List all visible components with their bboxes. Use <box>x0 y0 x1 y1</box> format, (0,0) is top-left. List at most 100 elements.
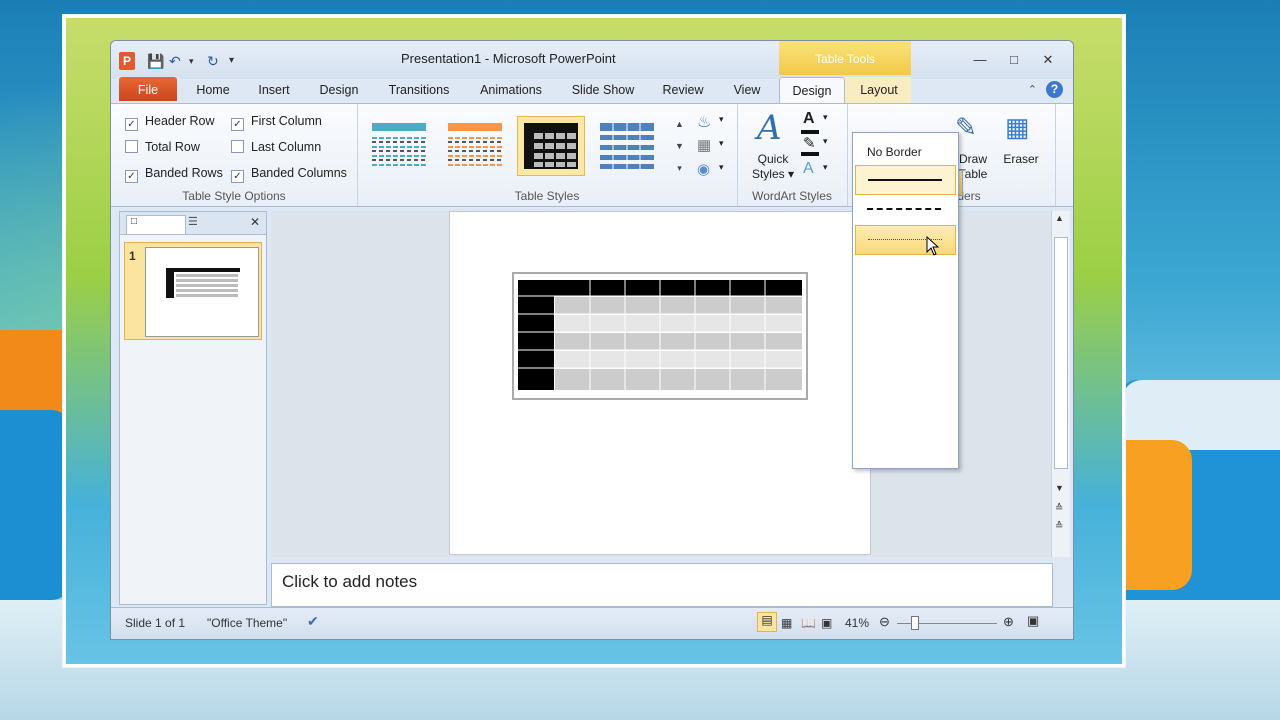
slide-thumbnail-selected[interactable]: 1 <box>124 242 262 340</box>
powerpoint-app-icon[interactable]: P <box>119 52 135 70</box>
checkbox-icon: ✓ <box>125 170 138 183</box>
pen-style-long-dash-long[interactable] <box>855 435 954 463</box>
fit-to-window-icon[interactable]: ▣ <box>1027 613 1039 629</box>
shading-icon[interactable]: ♨ <box>697 112 711 132</box>
eraser-button[interactable]: Eraser <box>999 152 1043 166</box>
zoom-out-icon[interactable]: ⊖ <box>879 614 890 630</box>
effects-icon[interactable]: ◉ <box>697 160 710 178</box>
pen-style-sparse-dot[interactable] <box>855 315 954 343</box>
checkbox-label: Banded Rows <box>145 166 223 180</box>
reading-view-icon[interactable]: 📖 <box>801 616 816 630</box>
slides-tab-icon[interactable]: □ <box>126 215 186 234</box>
last-column-checkbox[interactable]: Last Column <box>231 140 321 154</box>
scroll-thumb[interactable] <box>1054 237 1068 469</box>
zoom-in-icon[interactable]: ⊕ <box>1003 614 1014 630</box>
slide-sorter-icon[interactable]: ▦ <box>781 616 792 630</box>
table-style-swatch-orange[interactable] <box>441 116 509 176</box>
slide-canvas <box>449 211 871 555</box>
pen-style-dash-dot-dot[interactable] <box>855 285 954 313</box>
status-bar: Slide 1 of 1 "Office Theme" ✔ ▤ ▦ 📖 ▣ 41… <box>111 607 1073 639</box>
table-style-swatch-blue-grey[interactable] <box>593 116 661 176</box>
banded-columns-checkbox[interactable]: ✓ Banded Columns <box>231 166 347 183</box>
checkbox-label: Header Row <box>145 114 215 128</box>
quick-styles-icon[interactable]: A <box>757 108 782 148</box>
pen-style-long-dash-dot[interactable] <box>855 375 954 403</box>
minimize-button[interactable]: — <box>969 52 991 68</box>
slide-show-icon[interactable]: ▣ <box>821 616 832 630</box>
tab-view[interactable]: View <box>723 77 771 101</box>
vertical-scrollbar[interactable]: ▲ ▼ ≙ ≙ <box>1051 211 1070 557</box>
customize-qat-icon[interactable]: ▾ <box>229 52 234 70</box>
total-row-checkbox[interactable]: Total Row <box>125 140 200 154</box>
tab-design[interactable]: Design <box>311 77 367 101</box>
first-column-checkbox[interactable]: ✓ First Column <box>231 114 322 131</box>
text-fill-dropdown-icon[interactable]: ▾ <box>823 112 828 123</box>
text-effects-icon[interactable]: A <box>803 160 814 178</box>
table-style-swatch-blue[interactable] <box>365 116 433 176</box>
slide-table[interactable] <box>512 272 808 400</box>
close-button[interactable]: ✕ <box>1037 52 1059 68</box>
tab-animations[interactable]: Animations <box>471 77 551 101</box>
pen-style-dotted[interactable] <box>855 225 956 255</box>
effects-dropdown-icon[interactable]: ▾ <box>719 162 724 173</box>
scroll-up-icon[interactable]: ▲ <box>1055 213 1064 223</box>
text-outline-icon[interactable]: ✎ <box>803 134 816 152</box>
text-fill-icon[interactable]: A <box>803 110 815 128</box>
eraser-icon[interactable]: ▦ <box>1005 112 1030 143</box>
quick-styles-button[interactable]: Quick Styles ▾ <box>747 152 799 182</box>
tab-review[interactable]: Review <box>653 77 713 101</box>
table-style-swatch-black-selected[interactable] <box>517 116 585 176</box>
save-icon[interactable]: 💾 <box>147 52 164 70</box>
no-border-option[interactable]: No Border <box>855 135 954 163</box>
tab-home[interactable]: Home <box>187 77 239 101</box>
tab-slide-show[interactable]: Slide Show <box>563 77 643 101</box>
scroll-down-icon[interactable]: ▼ <box>1055 483 1064 493</box>
gallery-more-icon[interactable]: ▾ <box>673 158 686 178</box>
text-outline-color-bar <box>801 152 819 156</box>
help-icon[interactable]: ? <box>1046 81 1063 98</box>
spelling-check-icon[interactable]: ✔ <box>307 613 319 630</box>
checkbox-label: Banded Columns <box>251 166 347 180</box>
pen-style-solid[interactable] <box>855 165 956 195</box>
text-effects-dropdown-icon[interactable]: ▾ <box>823 162 828 173</box>
banded-rows-checkbox[interactable]: ✓ Banded Rows <box>125 166 223 183</box>
maximize-button[interactable]: □ <box>1003 52 1025 68</box>
close-panel-icon[interactable]: ✕ <box>250 215 260 229</box>
pen-style-menu: No Border <box>852 132 959 469</box>
pen-style-dashed[interactable] <box>855 195 954 223</box>
tab-file[interactable]: File <box>119 77 177 101</box>
gallery-scroll-down-icon[interactable]: ▼ <box>673 136 686 156</box>
previous-slide-icon[interactable]: ≙ <box>1055 503 1063 514</box>
undo-dropdown-icon[interactable]: ▾ <box>189 52 194 70</box>
borders-icon[interactable]: ▦ <box>697 136 711 154</box>
checkbox-icon <box>231 140 244 153</box>
theme-name[interactable]: "Office Theme" <box>207 616 287 630</box>
tab-insert[interactable]: Insert <box>247 77 301 101</box>
next-slide-icon[interactable]: ≙ <box>1055 521 1063 532</box>
ribbon-tabs: File Home Insert Design Transitions Anim… <box>111 77 1073 103</box>
outline-tab-icon[interactable]: ☰ <box>188 215 198 228</box>
tab-table-layout[interactable]: Layout <box>851 77 907 101</box>
table-tools-context-label: Table Tools <box>779 41 911 75</box>
desktop-decoration <box>1122 440 1192 590</box>
tab-table-design[interactable]: Design <box>779 77 845 103</box>
solid-line <box>868 179 942 181</box>
redo-icon[interactable]: ↻ <box>207 52 219 70</box>
checkbox-label: First Column <box>251 114 322 128</box>
shading-dropdown-icon[interactable]: ▾ <box>719 114 724 125</box>
pen-style-dash[interactable] <box>855 345 954 373</box>
slides-panel-tabs: □ ☰ ✕ <box>120 212 266 235</box>
header-row-checkbox[interactable]: ✓ Header Row <box>125 114 214 131</box>
gallery-scroll-up-icon[interactable]: ▲ <box>673 114 686 134</box>
notes-pane[interactable]: Click to add notes <box>271 563 1053 607</box>
normal-view-icon[interactable]: ▤ <box>757 612 777 632</box>
tab-transitions[interactable]: Transitions <box>379 77 459 101</box>
undo-icon[interactable]: ↶ <box>169 52 181 70</box>
pen-style-long-dash-dot-dot[interactable] <box>855 405 954 433</box>
zoom-level[interactable]: 41% <box>845 616 869 630</box>
text-outline-dropdown-icon[interactable]: ▾ <box>823 136 828 147</box>
minimize-ribbon-icon[interactable]: ⌃ <box>1028 83 1037 96</box>
zoom-slider-thumb[interactable] <box>911 616 919 630</box>
table-styles-group: ▲ ▼ ▾ ♨ ▾ ▦ ▾ ◉ ▾ Table Styles <box>357 104 738 206</box>
borders-dropdown-icon[interactable]: ▾ <box>719 138 724 149</box>
